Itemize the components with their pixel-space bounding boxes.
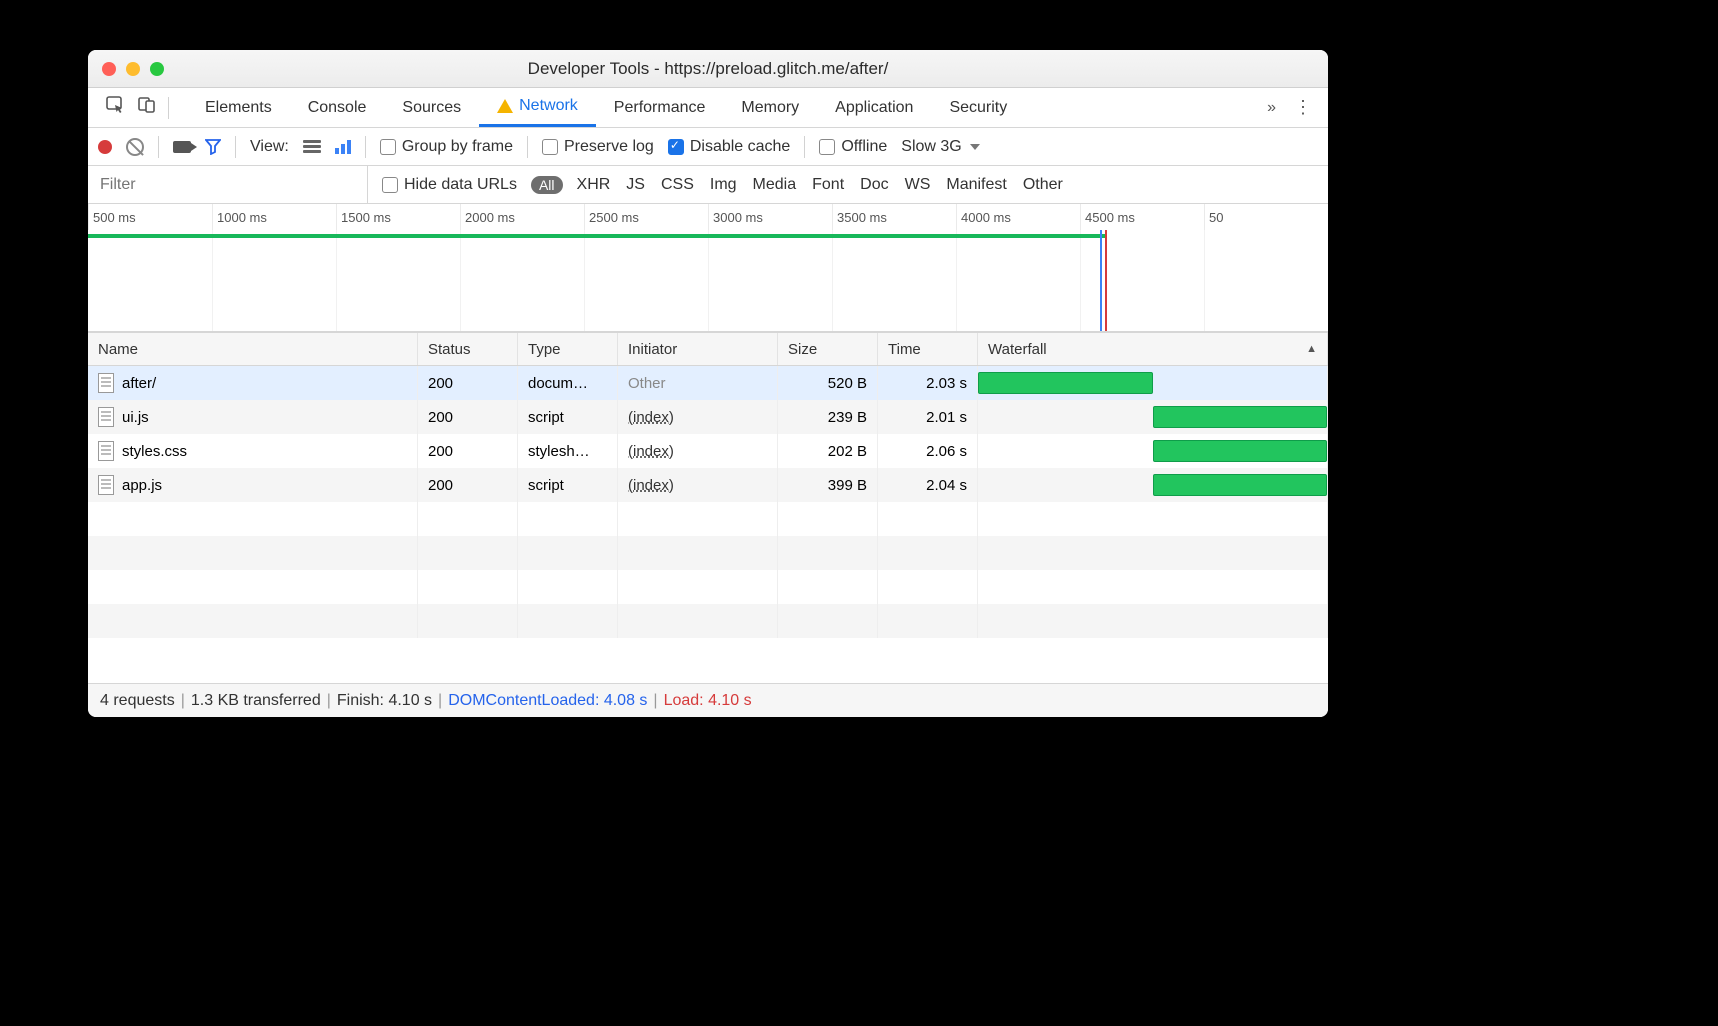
overview-load-marker: [1105, 230, 1107, 331]
devtools-window: Developer Tools - https://preload.glitch…: [88, 50, 1328, 717]
col-type[interactable]: Type: [518, 333, 618, 365]
inspect-element-icon[interactable]: [106, 96, 126, 119]
waterfall-bar: [1153, 406, 1328, 428]
minimize-window-button[interactable]: [126, 62, 140, 76]
tab-application[interactable]: Application: [817, 88, 931, 127]
large-rows-icon[interactable]: [303, 140, 321, 153]
waterfall-bar: [978, 372, 1153, 394]
filter-type-js[interactable]: JS: [626, 176, 645, 194]
initiator-link[interactable]: (index): [628, 443, 674, 460]
tab-performance[interactable]: Performance: [596, 88, 724, 127]
filter-type-all[interactable]: All: [531, 176, 563, 194]
table-header: Name Status Type Initiator Size Time Wat…: [88, 332, 1328, 366]
table-row-empty: [88, 604, 1328, 638]
tab-sources[interactable]: Sources: [384, 88, 479, 127]
col-initiator[interactable]: Initiator: [618, 333, 778, 365]
warning-icon: [497, 99, 513, 113]
initiator-link[interactable]: (index): [628, 477, 674, 494]
tab-network[interactable]: Network: [479, 88, 596, 127]
view-label: View:: [250, 138, 289, 156]
table-row-empty: [88, 536, 1328, 570]
network-toolbar: View: Group by frame Preserve log Disabl…: [88, 128, 1328, 166]
waterfall-bar: [1153, 474, 1328, 496]
filter-type-media[interactable]: Media: [753, 176, 797, 194]
file-icon: [98, 441, 114, 461]
waterfall-bar: [1153, 440, 1328, 462]
throttling-select[interactable]: Slow 3G: [901, 138, 979, 156]
col-size[interactable]: Size: [778, 333, 878, 365]
filter-type-doc[interactable]: Doc: [860, 176, 888, 194]
table-row[interactable]: ui.js200script(index)239 B2.01 s: [88, 400, 1328, 434]
overview-dcl-marker: [1100, 230, 1102, 331]
filter-toggle-icon[interactable]: [205, 139, 221, 155]
close-window-button[interactable]: [102, 62, 116, 76]
zoom-window-button[interactable]: [150, 62, 164, 76]
filter-type-manifest[interactable]: Manifest: [946, 176, 1006, 194]
kebab-menu-icon[interactable]: ⋮: [1294, 97, 1312, 118]
more-panels-icon[interactable]: »: [1267, 99, 1276, 117]
file-icon: [98, 373, 114, 393]
col-name[interactable]: Name: [88, 333, 418, 365]
throttling-value: Slow 3G: [901, 138, 961, 156]
file-icon: [98, 407, 114, 427]
col-waterfall[interactable]: Waterfall: [978, 333, 1328, 365]
status-transferred: 1.3 KB transferred: [191, 692, 321, 710]
disable-cache-checkbox[interactable]: Disable cache: [668, 138, 791, 156]
table-row-empty: [88, 570, 1328, 604]
table-row-empty: [88, 502, 1328, 536]
col-time[interactable]: Time: [878, 333, 978, 365]
table-row[interactable]: app.js200script(index)399 B2.04 s: [88, 468, 1328, 502]
group-by-frame-checkbox[interactable]: Group by frame: [380, 138, 513, 156]
hide-data-urls-checkbox[interactable]: Hide data URLs: [382, 176, 517, 194]
initiator-link: Other: [628, 375, 666, 392]
status-finish: Finish: 4.10 s: [337, 692, 432, 710]
initiator-link[interactable]: (index): [628, 409, 674, 426]
window-controls: [88, 62, 164, 76]
file-icon: [98, 475, 114, 495]
status-domcontentloaded: DOMContentLoaded: 4.08 s: [448, 692, 647, 710]
filter-type-img[interactable]: Img: [710, 176, 737, 194]
network-table: Name Status Type Initiator Size Time Wat…: [88, 332, 1328, 683]
device-toolbar-icon[interactable]: [138, 96, 156, 119]
filter-input[interactable]: [88, 166, 368, 203]
titlebar: Developer Tools - https://preload.glitch…: [88, 50, 1328, 88]
separator: [168, 97, 169, 119]
filter-type-xhr[interactable]: XHR: [577, 176, 611, 194]
status-load: Load: 4.10 s: [664, 692, 752, 710]
record-button[interactable]: [98, 140, 112, 154]
col-status[interactable]: Status: [418, 333, 518, 365]
tab-memory[interactable]: Memory: [723, 88, 817, 127]
tab-console[interactable]: Console: [290, 88, 385, 127]
tab-security[interactable]: Security: [931, 88, 1025, 127]
table-row[interactable]: after/200docum…Other520 B2.03 s: [88, 366, 1328, 400]
panel-tabs-row: ElementsConsoleSourcesNetworkPerformance…: [88, 88, 1328, 128]
table-row[interactable]: styles.css200stylesh…(index)202 B2.06 s: [88, 434, 1328, 468]
window-title: Developer Tools - https://preload.glitch…: [88, 59, 1328, 79]
timeline-overview[interactable]: 500 ms1000 ms1500 ms2000 ms2500 ms3000 m…: [88, 204, 1328, 332]
offline-checkbox[interactable]: Offline: [819, 138, 887, 156]
chevron-down-icon: [970, 144, 980, 150]
overview-activity-bar: [88, 234, 1105, 238]
filter-type-other[interactable]: Other: [1023, 176, 1063, 194]
screenshot-capture-icon[interactable]: [173, 141, 191, 153]
filter-type-font[interactable]: Font: [812, 176, 844, 194]
status-requests: 4 requests: [100, 692, 175, 710]
status-bar: 4 requests | 1.3 KB transferred | Finish…: [88, 683, 1328, 717]
filter-type-css[interactable]: CSS: [661, 176, 694, 194]
preserve-log-checkbox[interactable]: Preserve log: [542, 138, 654, 156]
filter-type-ws[interactable]: WS: [905, 176, 931, 194]
waterfall-view-icon[interactable]: [335, 140, 351, 154]
clear-button[interactable]: [126, 138, 144, 156]
tab-elements[interactable]: Elements: [187, 88, 290, 127]
filter-bar: Hide data URLs All XHR JS CSS Img Media Font D…: [88, 166, 1328, 204]
